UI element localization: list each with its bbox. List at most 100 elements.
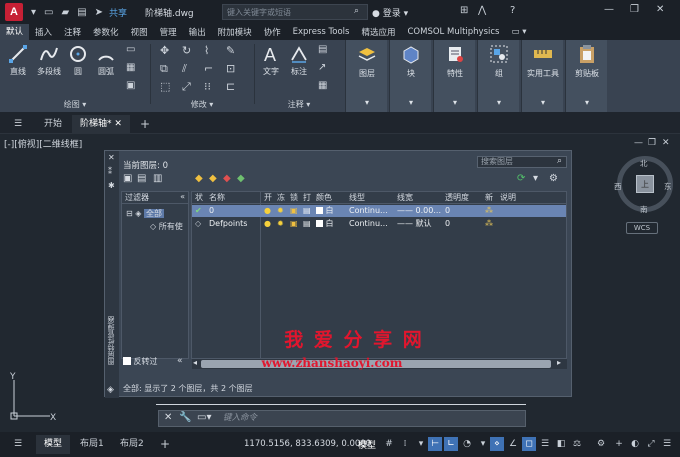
snap-icon[interactable]: ⁞ [398, 437, 412, 451]
tab-layout2[interactable]: 布局2 [112, 435, 152, 454]
infer-constraints-icon[interactable]: ⊢ [428, 437, 442, 451]
workspace-icon[interactable]: ⚙ [594, 437, 608, 451]
layer-name[interactable]: 0 [209, 205, 214, 217]
lineweight-value[interactable]: —— 0.00... [397, 205, 441, 217]
collapse-tree-icon[interactable]: « [180, 192, 185, 201]
compass-west[interactable]: 西 [614, 181, 622, 192]
viewport-close-icon[interactable]: ✕ [662, 138, 670, 148]
help-icon[interactable]: ? [510, 5, 515, 16]
new-group-filter-icon[interactable]: ▤ [137, 173, 146, 184]
text-button[interactable]: A 文字 [258, 44, 284, 77]
new-vp-freeze-icon[interactable]: ⁂ [485, 205, 493, 217]
arc-button[interactable]: 圆弧 [92, 44, 120, 77]
col-name[interactable]: 名称 [209, 192, 225, 204]
login-button[interactable]: ● 登录 ▾ [372, 6, 408, 19]
hatch-icon[interactable]: ▦ [126, 62, 135, 73]
palette-autohide-icon[interactable]: ⁑ [108, 167, 112, 176]
new-property-filter-icon[interactable]: ▣ [123, 173, 132, 184]
polyline-button[interactable]: 多段线 [32, 44, 66, 77]
delete-layer-icon[interactable]: ◆ [223, 173, 231, 184]
set-current-icon[interactable]: ◆ [237, 173, 245, 184]
viewport-restore-icon[interactable]: ❐ [648, 138, 656, 148]
add-tab-button[interactable]: + [132, 115, 158, 134]
menu-arrow-icon[interactable]: ▾ [31, 7, 36, 18]
utilities-panel[interactable]: 实用工具 ▾ [521, 40, 563, 112]
polar-menu-icon[interactable]: ▾ [476, 437, 490, 451]
transparency-value[interactable]: 0 [445, 218, 450, 230]
tab-output[interactable]: 输出 [183, 26, 212, 38]
isodraft-icon[interactable]: ⋄ [490, 437, 504, 451]
share-label[interactable]: 共享 [109, 6, 127, 19]
on-bulb-icon[interactable]: ● [264, 205, 271, 217]
plot-icon[interactable]: ▤ [303, 218, 311, 230]
circle-button[interactable]: 圆 [66, 44, 90, 77]
dimension-button[interactable]: 标注 [286, 44, 312, 77]
viewcube-top[interactable]: 上 [636, 175, 654, 193]
command-close-icon[interactable]: ✕ [164, 412, 172, 423]
tab-addins[interactable]: 附加模块 [212, 26, 258, 38]
tab-annotate[interactable]: 注释 [58, 26, 87, 38]
compass-south[interactable]: 南 [640, 204, 648, 215]
unlock-icon[interactable]: ▣ [290, 218, 298, 230]
new-vp-freeze-icon[interactable]: ⁂ [485, 218, 493, 230]
stretch-icon[interactable]: ⬚ [160, 80, 170, 93]
tab-layout1[interactable]: 布局1 [72, 435, 112, 454]
utilities-expand-icon[interactable]: ▾ [522, 98, 564, 107]
maximize-button[interactable]: ❐ [630, 4, 639, 15]
block-panel[interactable]: 块 ▾ [389, 40, 431, 112]
tab-current-drawing[interactable]: 阶梯轴* ✕ [72, 115, 130, 134]
search-input[interactable]: 键入关键字或短语 [222, 4, 368, 20]
new-layer-icon[interactable]: ◆ [195, 173, 203, 184]
object-snap-tracking-icon[interactable]: ∠ [506, 437, 520, 451]
tab-express-tools[interactable]: Express Tools [287, 27, 356, 37]
tab-comsol[interactable]: COMSOL Multiphysics [402, 27, 506, 37]
plot-icon[interactable]: ▤ [303, 205, 311, 217]
col-plot[interactable]: 打 [303, 192, 311, 204]
command-line[interactable]: ✕ 🔧 ▭▾ 键入命令 [158, 410, 526, 427]
grid-icon[interactable]: # [382, 437, 396, 451]
close-tab-icon[interactable]: ✕ [114, 119, 122, 129]
command-input[interactable]: 键入命令 [223, 412, 521, 425]
command-customize-icon[interactable]: 🔧 [179, 412, 191, 423]
new-vp-frozen-layer-icon[interactable]: ◆ [209, 173, 217, 184]
layers-expand-icon[interactable]: ▾ [346, 98, 388, 107]
network-icon[interactable]: ⋀ [478, 5, 486, 16]
modify-group-title[interactable]: 修改 ▾ [152, 99, 252, 110]
minimize-button[interactable]: — [604, 4, 614, 15]
col-color[interactable]: 颜色 [316, 192, 332, 204]
refresh-icon[interactable]: ⟳ [517, 173, 525, 184]
transparency-icon[interactable]: ◧ [554, 437, 568, 451]
col-linetype[interactable]: 线型 [349, 192, 365, 204]
new-file-icon[interactable]: ▭ [44, 7, 53, 18]
scale-icon[interactable]: ⤢ [182, 80, 191, 94]
plus-icon[interactable]: + [612, 437, 626, 451]
linetype-value[interactable]: Continu... [349, 218, 388, 230]
add-layout-button[interactable]: + [152, 435, 178, 454]
draw-group-title[interactable]: 绘图 ▾ [0, 99, 150, 110]
settings-extra-icon[interactable]: ▾ [533, 173, 538, 184]
tab-collaborate[interactable]: 协作 [258, 26, 287, 38]
group-panel[interactable]: 组 ▾ [477, 40, 519, 112]
search-icon[interactable]: ⌕ [354, 6, 359, 16]
color-cell[interactable]: 白 [316, 218, 334, 230]
col-on[interactable]: 开 [264, 192, 272, 204]
rectangle-icon[interactable]: ▭ [126, 44, 135, 55]
settings-icon[interactable]: ⚙ [549, 173, 558, 184]
on-bulb-icon[interactable]: ● [264, 218, 271, 230]
model-space-button[interactable]: 模型 [358, 438, 376, 451]
palette-close-icon[interactable]: ✕ [108, 153, 115, 162]
layer-search-icon[interactable]: ⌕ [557, 156, 562, 166]
trim-icon[interactable]: ⌇ [204, 44, 209, 57]
tab-featured-apps[interactable]: 精选应用 [355, 26, 401, 38]
layer-row[interactable]: ◇ Defpoints ● ✹ ▣ ▤ 白 Continu... —— 默认 0… [192, 218, 566, 230]
tab-manage[interactable]: 管理 [154, 26, 183, 38]
isolate-objects-icon[interactable]: ◐ [628, 437, 642, 451]
tab-parametric[interactable]: 参数化 [87, 26, 125, 38]
move-icon[interactable]: ✥ [160, 44, 169, 57]
rotate-icon[interactable]: ↻ [182, 44, 191, 57]
fillet-icon[interactable]: ⌐ [204, 62, 213, 75]
transparency-value[interactable]: 0 [445, 205, 450, 217]
draw-more-icon[interactable]: ▣ [126, 80, 135, 91]
status-menu-icon[interactable]: ☰ [6, 435, 30, 454]
tab-model[interactable]: 模型 [36, 435, 71, 454]
